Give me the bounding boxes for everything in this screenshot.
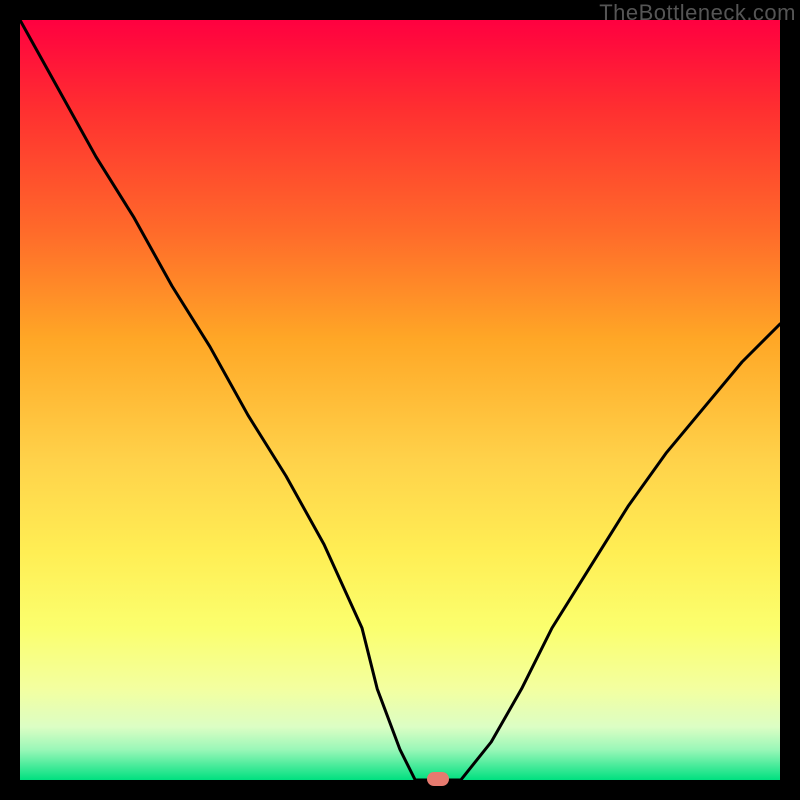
optimum-marker — [427, 772, 449, 786]
bottleneck-curve — [20, 20, 780, 780]
watermark-text: TheBottleneck.com — [599, 0, 796, 26]
plot-area — [20, 20, 780, 780]
chart-container: TheBottleneck.com — [0, 0, 800, 800]
